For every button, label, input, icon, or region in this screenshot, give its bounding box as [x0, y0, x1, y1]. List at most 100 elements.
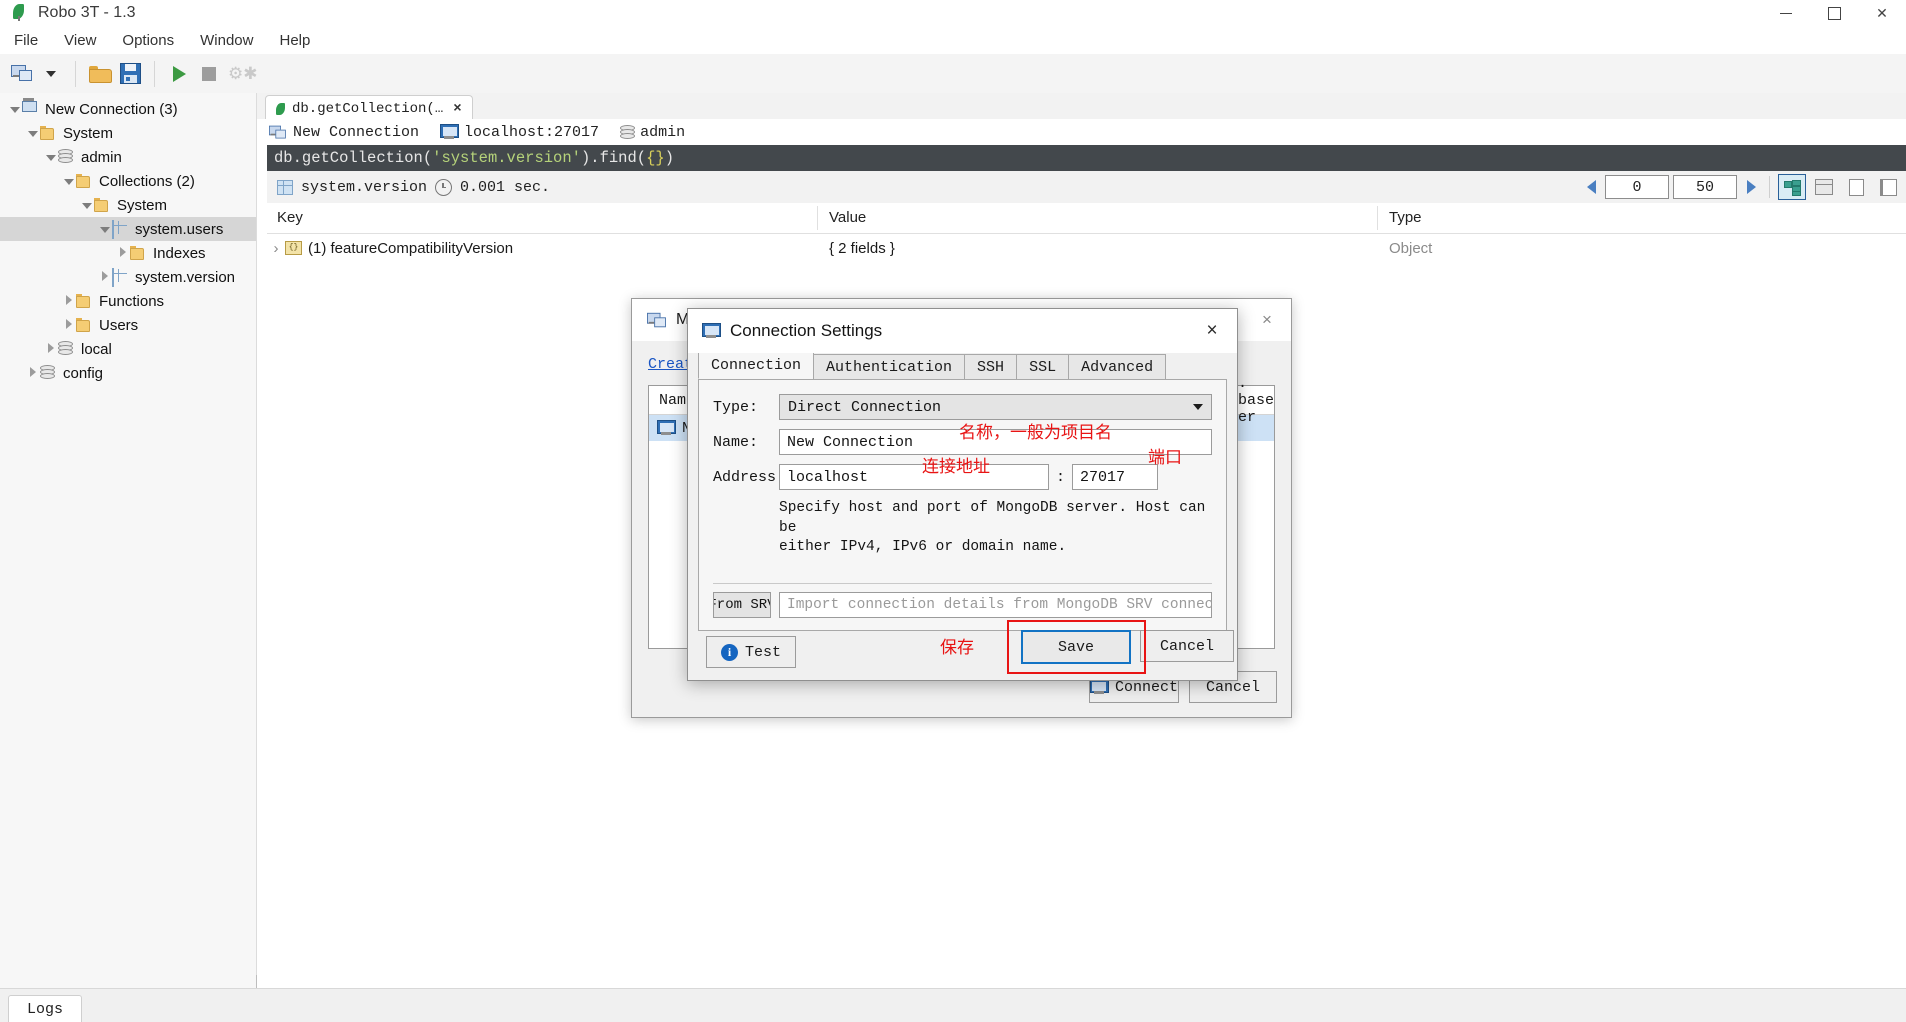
srv-import-row: From SRV Import connection details from … [713, 592, 1212, 618]
column-header-value[interactable]: Value [829, 209, 866, 226]
sidebar-item-indexes[interactable]: Indexes [0, 241, 256, 265]
annotation-save: 保存 [940, 633, 974, 658]
sidebar-item-config[interactable]: config [0, 361, 256, 385]
tab-authentication[interactable]: Authentication [813, 354, 965, 379]
save-script-button[interactable] [115, 59, 145, 89]
port-input[interactable]: 27017 [1072, 464, 1158, 490]
test-button[interactable]: i Test [706, 636, 796, 668]
menu-item-view[interactable]: View [52, 29, 108, 52]
column-header-type[interactable]: Type [1389, 209, 1422, 226]
chevron-right-icon[interactable] [98, 271, 112, 284]
open-script-button[interactable] [85, 59, 115, 89]
connection-tab-pane: Type: Direct Connection Name: New Connec… [698, 379, 1227, 631]
close-icon[interactable]: ✕ [1858, 0, 1906, 26]
object-icon: {} [285, 241, 302, 255]
connection-settings-dialog[interactable]: Connection Settings × Connection Authent… [687, 308, 1238, 681]
sidebar-item-functions[interactable]: Functions [0, 289, 256, 313]
connection-info-bar: New Connection localhost:27017 admin [257, 119, 1906, 145]
sidebar-item-users[interactable]: Users [0, 313, 256, 337]
table-row[interactable]: › {} (1) featureCompatibilityVersion { 2… [267, 234, 1906, 262]
close-icon[interactable]: × [453, 101, 461, 117]
stop-icon [202, 67, 216, 81]
tab-ssl[interactable]: SSL [1016, 354, 1069, 379]
tab-label: db.getCollection(… [292, 101, 443, 117]
host-input[interactable]: localhost [779, 464, 1049, 490]
menu-item-window[interactable]: Window [188, 29, 265, 52]
collection-icon [112, 268, 114, 287]
next-page-button[interactable] [1741, 176, 1761, 198]
sidebar-item-system-users[interactable]: system.users [0, 217, 256, 241]
chevron-down-icon[interactable] [8, 103, 22, 115]
sidebar-item-label: system.version [135, 269, 235, 286]
chevron-right-icon[interactable] [116, 247, 130, 260]
new-connection-button[interactable] [6, 59, 36, 89]
result-toolbar: system.version 0.001 sec. 0 50 [267, 171, 1906, 204]
tab-connection[interactable]: Connection [698, 351, 814, 379]
from-srv-button[interactable]: From SRV [713, 592, 771, 618]
chevron-down-icon[interactable] [44, 151, 58, 163]
stop-button[interactable] [194, 59, 224, 89]
chevron-down-icon[interactable] [98, 223, 112, 235]
maximize-icon[interactable] [1810, 0, 1858, 26]
folder-icon [89, 65, 111, 82]
wrench-icon: ⚙✱ [228, 66, 250, 82]
sidebar-item-new-connection-3[interactable]: New Connection (3) [0, 97, 256, 121]
table-view-button[interactable] [1810, 174, 1838, 200]
test-button-label: Test [745, 644, 781, 661]
chevron-right-icon[interactable] [26, 367, 40, 380]
clock-icon [435, 179, 452, 196]
chevron-right-icon[interactable] [44, 343, 58, 356]
sidebar-item-collections-2[interactable]: Collections (2) [0, 169, 256, 193]
connection-settings-tabs: Connection Authentication SSH SSL Advanc… [688, 353, 1237, 379]
chevron-down-icon[interactable] [26, 127, 40, 139]
sidebar-item-system[interactable]: System [0, 121, 256, 145]
close-icon[interactable]: × [1199, 319, 1225, 343]
cancel-settings-button[interactable]: Cancel [1140, 630, 1234, 662]
database-name: admin [640, 124, 685, 141]
document-view-button[interactable] [1842, 174, 1870, 200]
sidebar-item-admin[interactable]: admin [0, 145, 256, 169]
database-explorer[interactable]: New Connection (3)SystemadminCollections… [0, 93, 257, 989]
limit-input[interactable]: 50 [1673, 175, 1737, 199]
skip-input[interactable]: 0 [1605, 175, 1669, 199]
tab-query[interactable]: db.getCollection(… × [265, 95, 473, 121]
tree-view-button[interactable] [1778, 174, 1806, 200]
query-editor[interactable]: db.getCollection('system.version').find(… [267, 145, 1906, 171]
fullscreen-button[interactable] [1874, 174, 1902, 200]
monitor-icon [657, 420, 675, 436]
logs-tab[interactable]: Logs [8, 995, 82, 1022]
chevron-right-icon[interactable] [62, 319, 76, 332]
monitor-icon [1090, 679, 1108, 695]
type-select[interactable]: Direct Connection [779, 394, 1212, 420]
chevron-right-icon[interactable] [62, 295, 76, 308]
menu-bar: File View Options Window Help [0, 26, 1906, 54]
chevron-down-icon[interactable] [62, 175, 76, 187]
sidebar-item-local[interactable]: local [0, 337, 256, 361]
type-select-value: Direct Connection [788, 399, 941, 416]
sidebar-item-system-version[interactable]: system.version [0, 265, 256, 289]
floppy-save-icon [120, 63, 141, 84]
orientation-button[interactable]: ⚙✱ [224, 59, 254, 89]
close-icon[interactable]: × [1253, 307, 1281, 333]
menu-item-options[interactable]: Options [110, 29, 186, 52]
sidebar-item-label: New Connection (3) [45, 101, 178, 118]
column-header-key[interactable]: Key [277, 209, 303, 226]
connection-tree[interactable]: New Connection (3)SystemadminCollections… [0, 93, 256, 385]
editor-prefix: db.getCollection( [274, 149, 432, 167]
table-view-icon [1815, 179, 1833, 195]
chevron-right-icon[interactable]: › [267, 240, 285, 257]
tab-ssh[interactable]: SSH [964, 354, 1017, 379]
collection-icon [112, 220, 114, 239]
connection-dropdown-button[interactable] [36, 59, 66, 89]
sidebar-item-label: System [117, 197, 167, 214]
execute-button[interactable] [164, 59, 194, 89]
chevron-down-icon[interactable] [80, 199, 94, 211]
menu-item-help[interactable]: Help [267, 29, 322, 52]
menu-item-file[interactable]: File [2, 29, 50, 52]
minimize-icon[interactable] [1762, 0, 1810, 26]
sidebar-item-system[interactable]: System [0, 193, 256, 217]
prev-page-button[interactable] [1581, 176, 1601, 198]
srv-input[interactable]: Import connection details from MongoDB S… [779, 592, 1212, 618]
tab-strip: db.getCollection(… × [257, 93, 1906, 120]
tab-advanced[interactable]: Advanced [1068, 354, 1166, 379]
